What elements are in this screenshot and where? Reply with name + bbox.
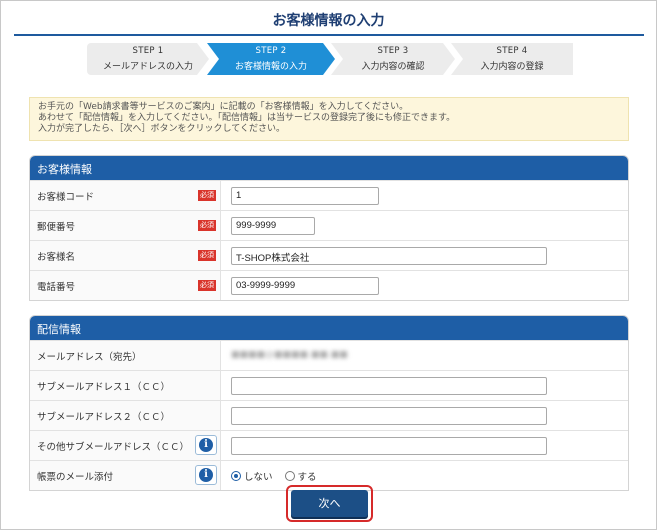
customer-code-input[interactable]: 1 <box>231 187 379 205</box>
title-divider <box>14 34 644 36</box>
step-1: STEP 1 メールアドレスの入力 <box>87 43 209 75</box>
email-value: ■■■■@■■■■.■■.■■ <box>231 350 348 360</box>
divider <box>220 241 221 270</box>
step-number: STEP 2 <box>255 46 287 56</box>
divider <box>220 341 221 370</box>
customer-info-panel: お客様情報 お客様コード 必須 1 郵便番号 必須 999-9999 お客様名 … <box>29 155 629 301</box>
info-button[interactable]: i <box>195 465 217 485</box>
other-sub-email-row: その他サブメールアドレス（ＣＣ） i <box>30 430 628 460</box>
customer-name-row: お客様名 必須 T-SHOP株式会社 <box>30 240 628 270</box>
customer-code-row: お客様コード 必須 1 <box>30 180 628 210</box>
panel-header: 配信情報 <box>30 316 628 340</box>
step-label: お客様情報の入力 <box>234 62 307 72</box>
required-badge: 必須 <box>198 280 216 291</box>
sub-email-2-row: サブメールアドレス２（ＣＣ） <box>30 400 628 430</box>
panel-header: お客様情報 <box>30 156 628 180</box>
notice-line: あわせて「配信情報」を入力してください。「配信情報」は当サービスの登録完了後にも… <box>38 113 456 123</box>
field-label: 郵便番号 <box>30 211 220 240</box>
radio-label-yes[interactable]: する <box>298 469 317 483</box>
progress-steps: STEP 1 メールアドレスの入力 STEP 2 お客様情報の入力 STEP 3… <box>87 43 573 75</box>
required-badge: 必須 <box>198 220 216 231</box>
divider <box>220 181 221 210</box>
notice-line: 入力が完了したら、［次へ］ボタンをクリックしてください。 <box>38 124 285 134</box>
divider <box>220 371 221 400</box>
field-label: お客様名 <box>30 241 220 270</box>
sub-email-1-input[interactable] <box>231 377 547 395</box>
customer-name-input[interactable]: T-SHOP株式会社 <box>231 247 547 265</box>
step-2: STEP 2 お客様情報の入力 <box>207 43 335 75</box>
phone-number-input[interactable]: 03-9999-9999 <box>231 277 379 295</box>
sub-email-1-row: サブメールアドレス１（ＣＣ） <box>30 370 628 400</box>
field-label: 帳票のメール添付 <box>30 461 220 490</box>
other-sub-email-input[interactable] <box>231 437 547 455</box>
page-title: お客様情報の入力 <box>272 13 385 29</box>
attachment-radio-group: しない する <box>231 469 329 483</box>
radio-yes[interactable] <box>284 471 295 481</box>
next-button[interactable]: 次へ <box>291 490 368 517</box>
delivery-info-panel: 配信情報 メールアドレス（宛先） ■■■■@■■■■.■■.■■ サブメールアド… <box>29 315 629 491</box>
field-label: サブメールアドレス１（ＣＣ） <box>30 371 220 400</box>
required-badge: 必須 <box>198 250 216 261</box>
field-label: お客様コード <box>30 181 220 210</box>
next-button-highlight: 次へ <box>286 485 373 522</box>
step-label: 入力内容の登録 <box>480 62 544 72</box>
email-row: メールアドレス（宛先） ■■■■@■■■■.■■.■■ <box>30 340 628 370</box>
postal-code-input[interactable]: 999-9999 <box>231 217 315 235</box>
field-label: サブメールアドレス２（ＣＣ） <box>30 401 220 430</box>
required-badge: 必須 <box>198 190 216 201</box>
postal-code-row: 郵便番号 必須 999-9999 <box>30 210 628 240</box>
field-label: 電話番号 <box>30 271 220 300</box>
step-4: STEP 4 入力内容の登録 <box>451 43 573 75</box>
phone-number-row: 電話番号 必須 03-9999-9999 <box>30 270 628 300</box>
info-icon: i <box>199 438 213 452</box>
sub-email-2-input[interactable] <box>231 407 547 425</box>
divider <box>220 401 221 430</box>
field-label: メールアドレス（宛先） <box>30 341 220 370</box>
step-number: STEP 4 <box>496 46 528 56</box>
notice-line: お手元の「Web請求書等サービスのご案内」に記載の「お客様情報」を入力してくださ… <box>38 102 409 112</box>
step-number: STEP 3 <box>377 46 409 56</box>
step-label: 入力内容の確認 <box>361 62 425 72</box>
info-icon: i <box>199 468 213 482</box>
divider <box>220 271 221 300</box>
step-label: メールアドレスの入力 <box>102 62 193 72</box>
radio-no[interactable] <box>231 471 241 481</box>
divider <box>220 461 221 490</box>
step-3: STEP 3 入力内容の確認 <box>331 43 455 75</box>
radio-label-no[interactable]: しない <box>244 469 273 483</box>
info-button[interactable]: i <box>195 435 217 455</box>
instruction-notice: お手元の「Web請求書等サービスのご案内」に記載の「お客様情報」を入力してくださ… <box>29 97 629 141</box>
divider <box>220 431 221 460</box>
field-label: その他サブメールアドレス（ＣＣ） <box>30 431 220 460</box>
divider <box>220 211 221 240</box>
step-number: STEP 1 <box>132 46 164 56</box>
